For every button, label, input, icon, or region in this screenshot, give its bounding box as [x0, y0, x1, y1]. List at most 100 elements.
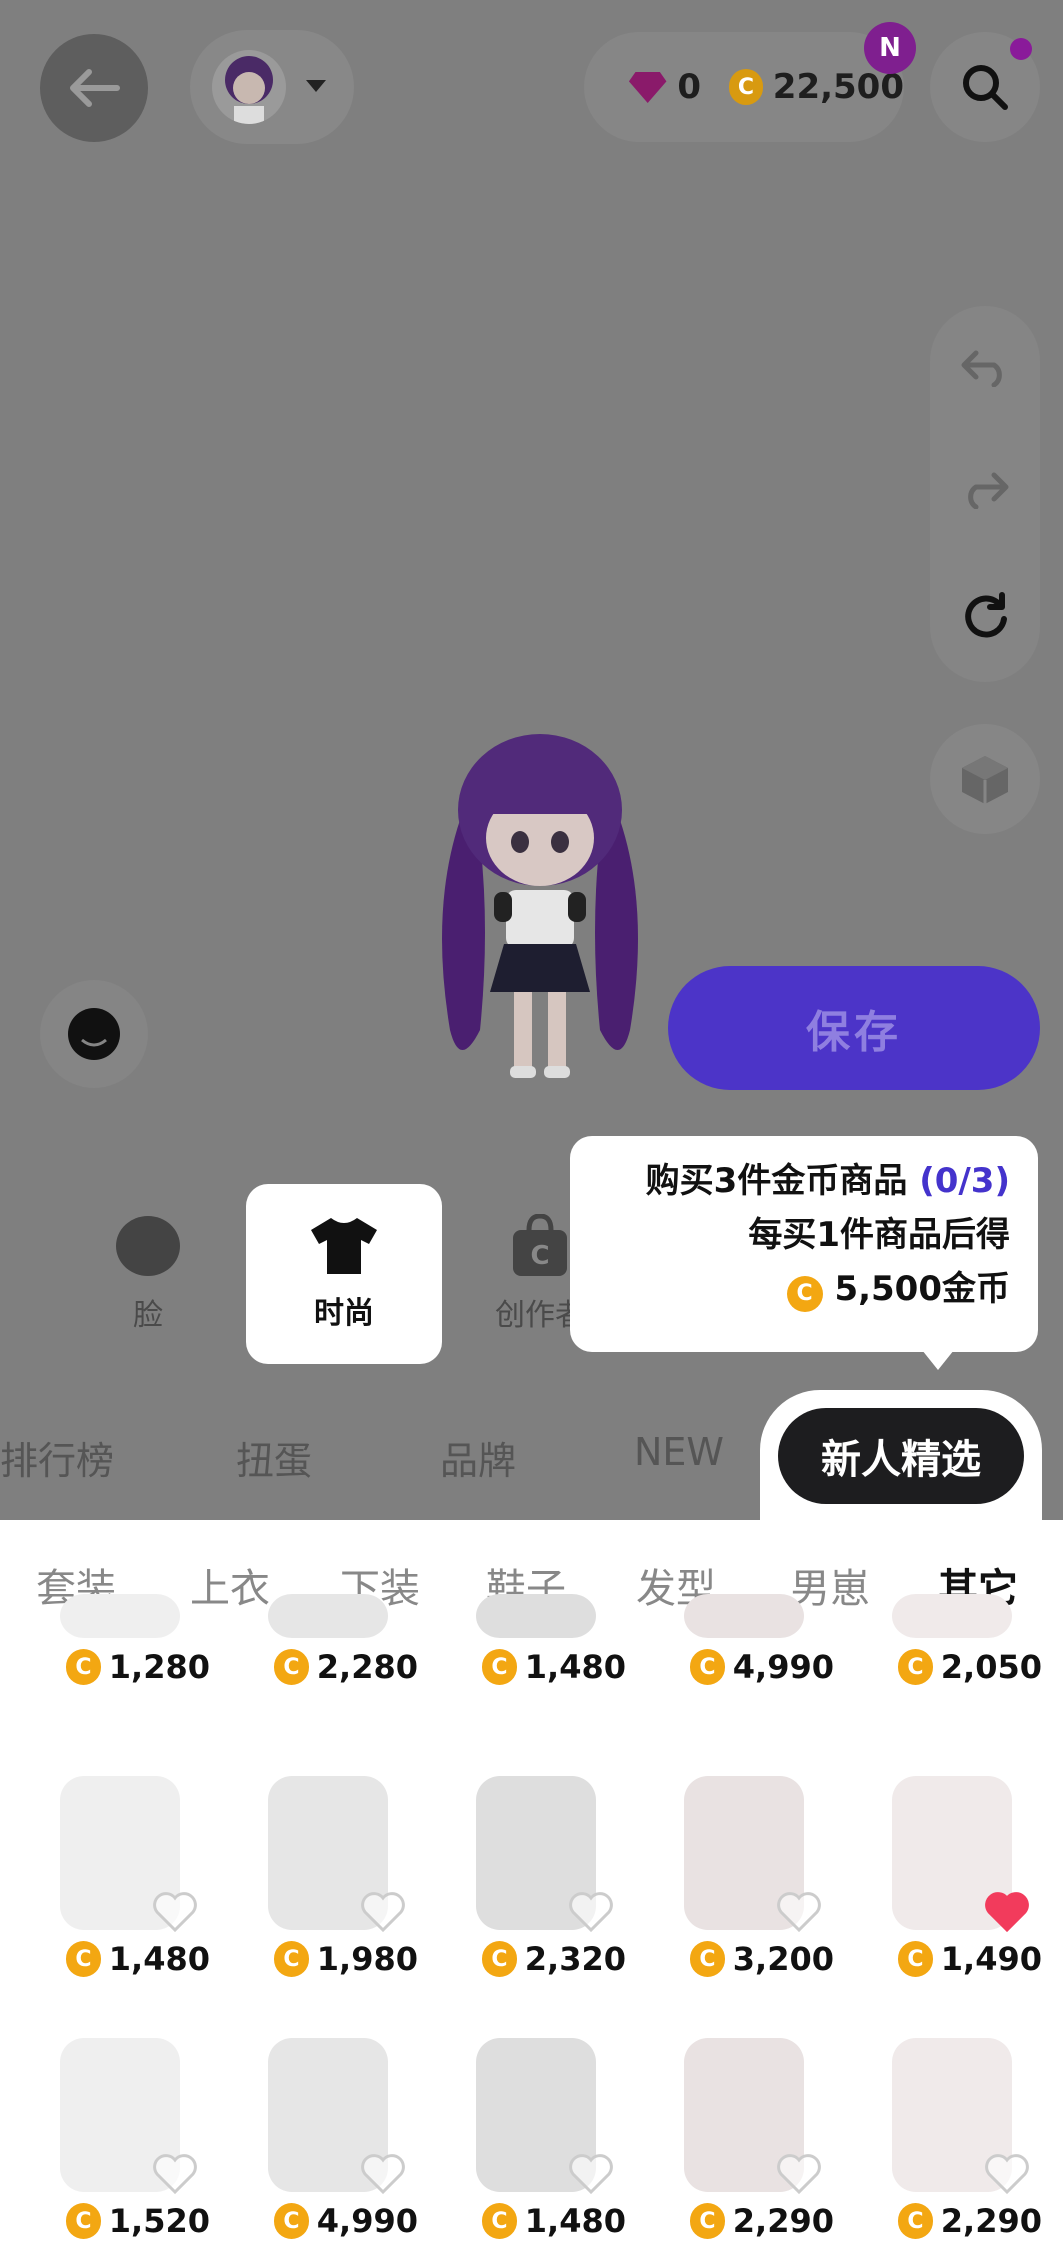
item-price: C 1,480 — [446, 1648, 626, 1686]
item-price-value: 1,520 — [108, 2202, 210, 2240]
tab-newcomer-picks[interactable]: 新人精选 — [778, 1408, 1024, 1504]
item-card[interactable]: C 4,990 — [654, 1588, 834, 1686]
item-thumbnail — [446, 2032, 626, 2202]
item-card[interactable]: C 2,290 — [862, 2032, 1042, 2240]
redo-icon[interactable] — [960, 469, 1010, 509]
coin-icon: C — [274, 1649, 309, 1685]
coin-icon: C — [690, 1649, 725, 1685]
item-thumbnail — [654, 2032, 834, 2202]
new-badge: N — [864, 22, 916, 74]
item-price: C 2,320 — [446, 1940, 626, 1978]
item-card[interactable]: C 2,050 — [862, 1588, 1042, 1686]
coin-icon: C — [729, 69, 763, 105]
favorite-heart-icon[interactable] — [152, 2152, 198, 2194]
item-price-value: 1,480 — [524, 2202, 626, 2240]
tab-brand[interactable]: 品牌 — [440, 1430, 516, 1485]
cube-icon — [962, 756, 1008, 804]
item-thumbnail — [654, 1588, 834, 1648]
item-price: C 3,200 — [654, 1940, 834, 1978]
caret-down-icon — [306, 80, 326, 92]
item-price-value: 1,480 — [524, 1648, 626, 1686]
tooltip-arrow — [922, 1350, 954, 1370]
svg-text:C: C — [530, 1241, 549, 1271]
favorite-heart-icon[interactable] — [984, 2152, 1030, 2194]
reset-icon[interactable] — [960, 591, 1010, 641]
favorite-heart-icon[interactable] — [568, 2152, 614, 2194]
currency-bar[interactable]: 0 C 22,500 — [584, 32, 904, 142]
item-price: C 2,290 — [654, 2202, 834, 2240]
item-price: C 1,280 — [30, 1648, 210, 1686]
item-card[interactable]: C 2,280 — [238, 1588, 418, 1686]
item-price: C 4,990 — [654, 1648, 834, 1686]
item-card[interactable]: C 1,490 — [862, 1770, 1042, 1978]
promo-progress: (0/3) — [919, 1161, 1010, 1201]
gem-count: 0 — [677, 67, 702, 107]
view-3d-button[interactable] — [930, 724, 1040, 834]
coin-icon: C — [898, 1649, 933, 1685]
category-label: 时尚 — [314, 1296, 374, 1331]
tshirt-icon — [311, 1218, 377, 1274]
favorite-heart-icon[interactable] — [984, 1890, 1030, 1932]
item-price-value: 4,990 — [732, 1648, 834, 1686]
item-card[interactable]: C 2,320 — [446, 1770, 626, 1978]
category-label: 脸 — [133, 1298, 163, 1333]
item-card[interactable]: C 3,200 — [654, 1770, 834, 1978]
item-thumbnail — [446, 1770, 626, 1940]
promo-tooltip: 购买3件金币商品 (0/3) 每买1件商品后得 C 5,500金币 — [570, 1136, 1038, 1352]
item-thumbnail — [238, 1770, 418, 1940]
item-card[interactable]: C 1,280 — [30, 1588, 210, 1686]
notification-dot — [1010, 38, 1032, 60]
item-card[interactable]: C 1,980 — [238, 1770, 418, 1978]
category-fashion[interactable]: 时尚 — [246, 1184, 442, 1364]
promo-line2: 每买1件商品后得 — [748, 1215, 1010, 1255]
coin-icon: C — [482, 1941, 517, 1977]
favorite-heart-icon[interactable] — [360, 1890, 406, 1932]
favorite-heart-icon[interactable] — [776, 2152, 822, 2194]
item-card[interactable]: C 1,480 — [30, 1770, 210, 1978]
item-price: C 2,280 — [238, 1648, 418, 1686]
arrow-left-icon — [70, 69, 120, 107]
favorite-heart-icon[interactable] — [568, 1890, 614, 1932]
coin-icon: C — [66, 2203, 101, 2239]
favorite-heart-icon[interactable] — [776, 1890, 822, 1932]
avatar-character — [442, 734, 638, 1078]
item-thumbnail — [238, 2032, 418, 2202]
item-price-value: 1,980 — [316, 1940, 418, 1978]
coin-icon: C — [786, 1276, 823, 1312]
search-icon — [963, 65, 1008, 110]
coin-icon: C — [898, 1941, 933, 1977]
item-thumbnail — [30, 2032, 210, 2202]
item-price: C 2,290 — [862, 2202, 1042, 2240]
avatar-switcher[interactable] — [190, 30, 354, 144]
save-button[interactable]: 保存 — [668, 966, 1040, 1090]
item-price-value: 2,290 — [940, 2202, 1042, 2240]
item-price: C 1,980 — [238, 1940, 418, 1978]
undo-icon[interactable] — [960, 347, 1010, 387]
creator-bag-icon: C — [513, 1214, 567, 1276]
category-face[interactable]: 脸 — [50, 1184, 246, 1364]
item-thumbnail — [862, 2032, 1042, 2202]
tab-new[interactable]: NEW — [634, 1430, 724, 1474]
expression-button[interactable] — [40, 980, 148, 1088]
item-card[interactable]: C 4,990 — [238, 2032, 418, 2240]
tab-gacha[interactable]: 扭蛋 — [236, 1430, 312, 1485]
favorite-heart-icon[interactable] — [360, 2152, 406, 2194]
back-button[interactable] — [40, 34, 148, 142]
coin-icon: C — [274, 1941, 309, 1977]
item-price-value: 2,280 — [316, 1648, 418, 1686]
item-card[interactable]: C 2,290 — [654, 2032, 834, 2240]
coin-icon: C — [482, 2203, 517, 2239]
item-card[interactable]: C 1,480 — [446, 1588, 626, 1686]
tab-ranking[interactable]: 排行榜 — [0, 1430, 114, 1485]
item-price: C 2,050 — [862, 1648, 1042, 1686]
item-price: C 1,520 — [30, 2202, 210, 2240]
item-price-value: 1,480 — [108, 1940, 210, 1978]
item-price-value: 2,050 — [940, 1648, 1042, 1686]
coin-icon: C — [482, 1649, 517, 1685]
item-card[interactable]: C 1,520 — [30, 2032, 210, 2240]
promo-line1: 购买3件金币商品 — [645, 1161, 908, 1201]
coin-icon: C — [898, 2203, 933, 2239]
favorite-heart-icon[interactable] — [152, 1890, 198, 1932]
item-card[interactable]: C 1,480 — [446, 2032, 626, 2240]
edit-tools — [930, 306, 1040, 682]
